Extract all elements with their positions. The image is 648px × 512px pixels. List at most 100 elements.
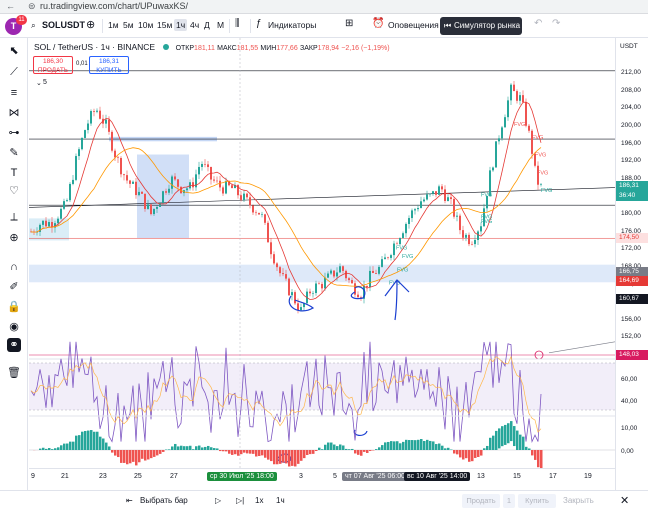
interval-1m[interactable]: 1м [108,20,119,30]
interval-d[interactable]: Д [204,20,210,30]
candles-icon[interactable]: ⫼ [235,18,240,29]
trend-line-icon[interactable]: ⟋ [7,65,21,79]
macd-bar [477,450,480,457]
top-toolbar: T 11 ⌕ SOLUSDT ⊕ 1м 5м 10м 15м 1ч 4ч Д М… [0,14,648,38]
redo-icon[interactable]: ↷ [552,18,560,29]
macd-bar [435,444,438,450]
lock-icon[interactable]: 🔒 [7,300,21,314]
macd-bar [156,450,159,456]
zoom-icon[interactable]: ⊕ [7,231,21,245]
interval-10m[interactable]: 10м [138,20,153,30]
select-bar-button[interactable]: Выбрать бар [140,496,188,505]
macd-bar [195,446,198,450]
interval-4h[interactable]: 4ч [190,20,199,30]
site-info-icon[interactable]: ⊜ [28,1,36,12]
candle [402,233,404,239]
candle [132,181,134,184]
candle [330,270,332,274]
alert-icon[interactable]: ⏰ [372,18,384,29]
macd-bar [189,445,192,450]
projection-icon[interactable]: ⊶ [7,126,21,140]
macd-bar [240,450,243,455]
select-bar-icon[interactable]: ⇤ [126,496,133,505]
interval-button[interactable]: 1ч [276,496,285,505]
interval-5m[interactable]: 5м [123,20,134,30]
price-tick: 152,00 [621,333,641,341]
trend-line [29,187,615,208]
candle [441,186,443,190]
macd-bar [261,450,264,456]
macd-bar [531,450,534,456]
interval-m[interactable]: М [217,20,224,30]
candle [291,292,293,296]
macd-bar [498,428,501,449]
candle [411,210,413,219]
buy-sim-button[interactable]: Купить [518,494,556,508]
candle [87,123,89,131]
interval-15m[interactable]: 15м [157,20,172,30]
symbol-title[interactable]: SOL / TetherUS · 1ч · BINANCE [34,42,155,52]
brush-icon[interactable]: ✎ [7,146,21,160]
indicators-icon[interactable]: ƒ [256,18,262,29]
candle [390,255,392,258]
market-simulator-button[interactable]: ⏮ Симулятор рынка [440,17,522,35]
trash-icon[interactable]: 🗑 [7,366,21,380]
macd-bar [456,450,459,455]
macd-bar [378,447,381,450]
add-symbol-icon[interactable]: ⊕ [86,18,95,31]
undo-icon[interactable]: ↶ [534,18,542,29]
fib-icon[interactable]: ≡ [7,86,21,100]
macd-bar [420,439,423,450]
candle [270,242,272,255]
candle [453,199,455,217]
interval-1h[interactable]: 1ч [174,19,188,31]
macd-bar [141,450,144,459]
step-forward-icon[interactable]: ▷| [236,496,244,505]
time-axis[interactable]: 9 21 23 25 27 ср 30 Июл '25 18:00 3 5 чт… [29,468,615,490]
cursor-icon[interactable]: ⬉ [7,44,21,58]
play-icon[interactable]: ▷ [215,496,221,505]
sell-button[interactable]: 186,30 ПРОДАТЬ [33,56,73,74]
close-icon[interactable]: ✕ [620,494,629,507]
buy-button[interactable]: 186,31 КУПИТЬ [89,56,129,74]
eye-icon[interactable]: ◉ [7,320,21,334]
macd-bar [360,450,363,456]
collapse-indicators-icon[interactable]: ⌄ [36,79,42,87]
search-icon[interactable]: ⌕ [31,20,36,31]
candle [57,218,59,224]
close-position-button[interactable]: Закрыть [563,496,594,505]
macd-bar [366,450,369,454]
candle [120,157,122,175]
macd-bar [375,449,378,450]
indicators-button[interactable]: Индикаторы [268,20,316,30]
candle [84,130,86,138]
layout-icon[interactable]: ⊞ [345,18,353,29]
macd-bar [510,421,513,442]
heart-icon[interactable]: ♡ [7,184,21,198]
macd-bar [78,435,81,450]
back-icon[interactable]: ← [6,1,15,11]
ruler-icon[interactable]: ⟂ [7,210,21,224]
text-icon[interactable]: T [7,166,21,180]
candle [327,273,329,278]
sell-sim-button[interactable]: Продать [462,494,500,508]
qty-field[interactable]: 1 [503,494,515,508]
alerts-button[interactable]: Оповещения [388,20,439,30]
lock-drawing-icon[interactable]: ✐ [7,280,21,294]
magnet-icon[interactable]: ∩ [7,260,21,274]
price-chart[interactable]: FVGFVGFVGFVGFVGFVGFVGFVGFVGFVGFVGFVG [29,38,615,468]
pattern-icon[interactable]: ⋈ [7,106,21,120]
currency-label[interactable]: USDT [620,43,638,50]
macd-bar [282,450,285,463]
speed-button[interactable]: 1x [255,496,263,505]
candle [288,278,290,296]
url-text[interactable]: ru.tradingview.com/chart/UPuwaxKS/ [40,1,188,11]
link-icon[interactable]: ⚭ [7,338,21,352]
symbol-search[interactable]: SOLUSDT [42,20,85,30]
candle [282,273,284,275]
macd-bar [495,430,498,450]
price-axis[interactable]: USDT 212,00 208,00 204,00 200,00 196,00 192,0… [615,38,648,490]
macd-bar [501,426,504,447]
candle [177,179,179,187]
candle [216,180,218,182]
